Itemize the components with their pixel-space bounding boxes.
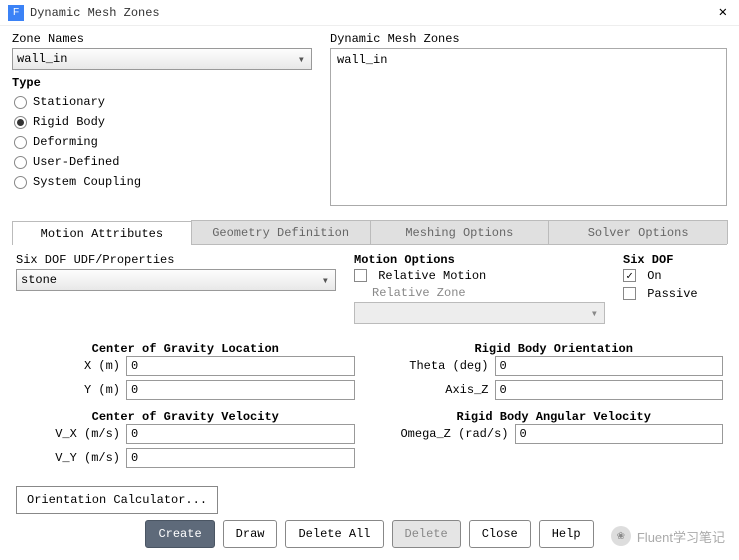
- relative-motion-checkbox[interactable]: [354, 269, 367, 282]
- close-button[interactable]: Close: [469, 520, 531, 548]
- motion-options-label: Motion Options: [354, 253, 605, 267]
- relative-zone-label: Relative Zone: [372, 286, 605, 300]
- zone-names-dropdown[interactable]: wall_in: [12, 48, 312, 70]
- vy-input[interactable]: 0: [126, 448, 355, 468]
- tab-solver-options[interactable]: Solver Options: [548, 220, 728, 244]
- zones-panel-label: Dynamic Mesh Zones: [330, 32, 727, 46]
- tab-motion-attributes[interactable]: Motion Attributes: [12, 221, 192, 245]
- six-dof-label: Six DOF: [623, 253, 723, 267]
- radio-icon: [14, 136, 27, 149]
- cog-location-title: Center of Gravity Location: [16, 342, 355, 356]
- window-title: Dynamic Mesh Zones: [30, 6, 715, 20]
- tab-meshing-options[interactable]: Meshing Options: [370, 220, 550, 244]
- radio-icon: [14, 176, 27, 189]
- theta-input[interactable]: 0: [495, 356, 724, 376]
- create-button[interactable]: Create: [145, 520, 214, 548]
- tab-geometry-definition[interactable]: Geometry Definition: [191, 220, 371, 244]
- help-button[interactable]: Help: [539, 520, 594, 548]
- radio-icon: [14, 96, 27, 109]
- type-option-system-coupling[interactable]: System Coupling: [12, 172, 312, 192]
- type-option-rigid-body[interactable]: Rigid Body: [12, 112, 312, 132]
- draw-button[interactable]: Draw: [223, 520, 278, 548]
- six-dof-udf-dropdown[interactable]: stone: [16, 269, 336, 291]
- zones-listbox[interactable]: wall_in: [330, 48, 727, 206]
- rb-angular-velocity-title: Rigid Body Angular Velocity: [385, 410, 724, 424]
- omega-z-input[interactable]: 0: [515, 424, 724, 444]
- six-dof-on-checkbox[interactable]: [623, 269, 636, 282]
- axis-z-input[interactable]: 0: [495, 380, 724, 400]
- rb-orientation-title: Rigid Body Orientation: [385, 342, 724, 356]
- zone-names-value: wall_in: [17, 52, 67, 66]
- delete-button: Delete: [392, 520, 461, 548]
- vx-input[interactable]: 0: [126, 424, 355, 444]
- radio-icon: [14, 156, 27, 169]
- cog-x-input[interactable]: 0: [126, 356, 355, 376]
- close-icon[interactable]: ✕: [715, 4, 731, 21]
- watermark-icon: ❀: [611, 526, 631, 546]
- app-icon: F: [8, 5, 24, 21]
- radio-icon: [14, 116, 27, 129]
- type-label: Type: [12, 76, 312, 90]
- orientation-calculator-button[interactable]: Orientation Calculator...: [16, 486, 218, 514]
- list-item[interactable]: wall_in: [337, 53, 720, 67]
- six-dof-udf-label: Six DOF UDF/Properties: [16, 253, 336, 267]
- relative-zone-dropdown: [354, 302, 605, 324]
- type-option-stationary[interactable]: Stationary: [12, 92, 312, 112]
- delete-all-button[interactable]: Delete All: [285, 520, 383, 548]
- cog-y-input[interactable]: 0: [126, 380, 355, 400]
- six-dof-passive-checkbox[interactable]: [623, 287, 636, 300]
- type-option-deforming[interactable]: Deforming: [12, 132, 312, 152]
- type-option-user-defined[interactable]: User-Defined: [12, 152, 312, 172]
- watermark: ❀ Fluent学习笔记: [611, 526, 725, 546]
- zone-names-label: Zone Names: [12, 32, 312, 46]
- cog-velocity-title: Center of Gravity Velocity: [16, 410, 355, 424]
